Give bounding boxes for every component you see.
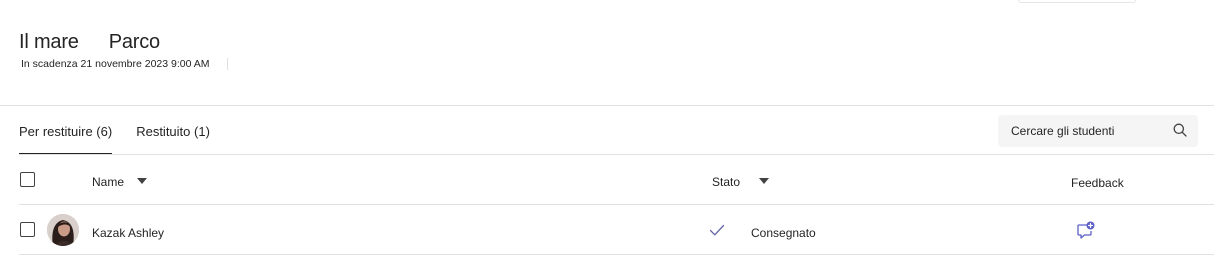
column-header-name[interactable]: Name	[92, 175, 124, 189]
search-icon[interactable]	[1173, 123, 1187, 137]
student-name[interactable]: Kazak Ashley	[92, 226, 164, 240]
divider	[19, 204, 1214, 205]
divider	[19, 154, 1214, 155]
check-icon	[709, 224, 725, 236]
avatar-photo-icon	[47, 214, 79, 246]
sort-status-chevron-down-icon[interactable]	[759, 178, 769, 184]
search-input[interactable]	[1011, 124, 1161, 138]
avatar	[47, 214, 79, 246]
separator	[226, 58, 228, 70]
tab-to-return[interactable]: Per restituire (6)	[19, 116, 113, 155]
row-checkbox[interactable]	[20, 222, 35, 237]
feedback-add-icon[interactable]	[1076, 220, 1096, 240]
column-header-feedback: Feedback	[1071, 176, 1124, 190]
assignment-header: Il mare Parco	[19, 31, 160, 54]
select-all-checkbox[interactable]	[20, 172, 35, 187]
divider	[0, 105, 1214, 106]
tab-returned[interactable]: Restituito (1)	[136, 116, 210, 155]
due-date: In scadenza 21 novembre 2023 9:00 AM	[21, 58, 210, 70]
top-toolbar-edge	[1018, 0, 1136, 3]
sort-name-chevron-down-icon[interactable]	[137, 178, 147, 184]
tab-bar: Per restituire (6) Restituito (1)	[19, 116, 234, 155]
due-date-row: In scadenza 21 novembre 2023 9:00 AM	[21, 58, 228, 70]
status-text: Consegnato	[751, 226, 816, 240]
student-search	[998, 115, 1198, 147]
assignment-title: Il mare	[19, 31, 79, 53]
column-header-status[interactable]: Stato	[712, 175, 740, 189]
divider	[19, 254, 1214, 255]
class-name: Parco	[108, 31, 160, 53]
